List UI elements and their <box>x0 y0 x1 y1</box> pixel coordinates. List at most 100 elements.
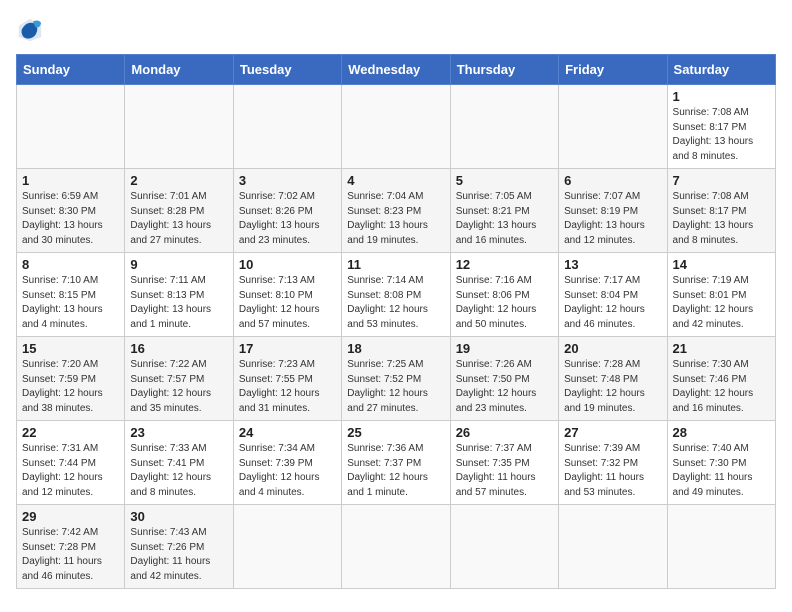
day-info: Sunrise: 7:42 AM Sunset: 7:28 PM Dayligh… <box>22 526 119 584</box>
day-info: Sunrise: 7:13 AM Sunset: 8:10 PM Dayligh… <box>239 274 336 332</box>
day-info: Sunrise: 7:23 AM Sunset: 7:55 PM Dayligh… <box>239 358 336 416</box>
day-info: Sunrise: 7:07 AM Sunset: 8:19 PM Dayligh… <box>564 190 661 248</box>
day-number: 22 <box>22 425 119 440</box>
calendar-week-5: 29 Sunrise: 7:42 AM Sunset: 7:28 PM Dayl… <box>17 505 776 589</box>
day-info: Sunrise: 7:19 AM Sunset: 8:01 PM Dayligh… <box>673 274 770 332</box>
calendar-cell: 11 Sunrise: 7:14 AM Sunset: 8:08 PM Dayl… <box>342 253 450 337</box>
calendar-cell <box>342 85 450 169</box>
calendar-cell: 13 Sunrise: 7:17 AM Sunset: 8:04 PM Dayl… <box>559 253 667 337</box>
calendar-cell: 4 Sunrise: 7:04 AM Sunset: 8:23 PM Dayli… <box>342 169 450 253</box>
day-number: 6 <box>564 173 661 188</box>
day-info: Sunrise: 7:43 AM Sunset: 7:26 PM Dayligh… <box>130 526 227 584</box>
day-number: 12 <box>456 257 553 272</box>
day-info: Sunrise: 7:04 AM Sunset: 8:23 PM Dayligh… <box>347 190 444 248</box>
day-info: Sunrise: 6:59 AM Sunset: 8:30 PM Dayligh… <box>22 190 119 248</box>
calendar-cell <box>125 85 233 169</box>
calendar-week-1: 1 Sunrise: 6:59 AM Sunset: 8:30 PM Dayli… <box>17 169 776 253</box>
day-info: Sunrise: 7:02 AM Sunset: 8:26 PM Dayligh… <box>239 190 336 248</box>
calendar-week-0: 1 Sunrise: 7:08 AM Sunset: 8:17 PM Dayli… <box>17 85 776 169</box>
header <box>16 16 776 44</box>
calendar-header-wednesday: Wednesday <box>342 55 450 85</box>
day-info: Sunrise: 7:10 AM Sunset: 8:15 PM Dayligh… <box>22 274 119 332</box>
logo <box>16 16 48 44</box>
calendar-cell: 1 Sunrise: 7:08 AM Sunset: 8:17 PM Dayli… <box>667 85 775 169</box>
calendar-cell: 28 Sunrise: 7:40 AM Sunset: 7:30 PM Dayl… <box>667 421 775 505</box>
day-number: 5 <box>456 173 553 188</box>
calendar-cell: 25 Sunrise: 7:36 AM Sunset: 7:37 PM Dayl… <box>342 421 450 505</box>
day-info: Sunrise: 7:33 AM Sunset: 7:41 PM Dayligh… <box>130 442 227 500</box>
calendar-header-monday: Monday <box>125 55 233 85</box>
calendar-cell: 20 Sunrise: 7:28 AM Sunset: 7:48 PM Dayl… <box>559 337 667 421</box>
day-number: 24 <box>239 425 336 440</box>
day-number: 1 <box>673 89 770 104</box>
day-number: 10 <box>239 257 336 272</box>
day-info: Sunrise: 7:08 AM Sunset: 8:17 PM Dayligh… <box>673 190 770 248</box>
day-info: Sunrise: 7:30 AM Sunset: 7:46 PM Dayligh… <box>673 358 770 416</box>
day-number: 13 <box>564 257 661 272</box>
calendar-cell: 15 Sunrise: 7:20 AM Sunset: 7:59 PM Dayl… <box>17 337 125 421</box>
calendar-cell: 14 Sunrise: 7:19 AM Sunset: 8:01 PM Dayl… <box>667 253 775 337</box>
calendar-header-tuesday: Tuesday <box>233 55 341 85</box>
calendar-week-3: 15 Sunrise: 7:20 AM Sunset: 7:59 PM Dayl… <box>17 337 776 421</box>
calendar-cell: 22 Sunrise: 7:31 AM Sunset: 7:44 PM Dayl… <box>17 421 125 505</box>
calendar-header-friday: Friday <box>559 55 667 85</box>
day-number: 8 <box>22 257 119 272</box>
day-number: 15 <box>22 341 119 356</box>
day-number: 11 <box>347 257 444 272</box>
day-info: Sunrise: 7:37 AM Sunset: 7:35 PM Dayligh… <box>456 442 553 500</box>
day-info: Sunrise: 7:17 AM Sunset: 8:04 PM Dayligh… <box>564 274 661 332</box>
calendar-week-4: 22 Sunrise: 7:31 AM Sunset: 7:44 PM Dayl… <box>17 421 776 505</box>
calendar-cell <box>233 85 341 169</box>
day-info: Sunrise: 7:22 AM Sunset: 7:57 PM Dayligh… <box>130 358 227 416</box>
day-number: 27 <box>564 425 661 440</box>
day-info: Sunrise: 7:28 AM Sunset: 7:48 PM Dayligh… <box>564 358 661 416</box>
calendar-cell <box>559 505 667 589</box>
calendar-cell <box>667 505 775 589</box>
calendar-cell <box>450 85 558 169</box>
calendar-cell: 26 Sunrise: 7:37 AM Sunset: 7:35 PM Dayl… <box>450 421 558 505</box>
day-number: 21 <box>673 341 770 356</box>
calendar-cell <box>233 505 341 589</box>
day-info: Sunrise: 7:20 AM Sunset: 7:59 PM Dayligh… <box>22 358 119 416</box>
day-info: Sunrise: 7:01 AM Sunset: 8:28 PM Dayligh… <box>130 190 227 248</box>
calendar-cell <box>342 505 450 589</box>
calendar-cell: 29 Sunrise: 7:42 AM Sunset: 7:28 PM Dayl… <box>17 505 125 589</box>
day-info: Sunrise: 7:34 AM Sunset: 7:39 PM Dayligh… <box>239 442 336 500</box>
day-number: 30 <box>130 509 227 524</box>
day-number: 1 <box>22 173 119 188</box>
calendar-cell: 27 Sunrise: 7:39 AM Sunset: 7:32 PM Dayl… <box>559 421 667 505</box>
calendar-cell: 2 Sunrise: 7:01 AM Sunset: 8:28 PM Dayli… <box>125 169 233 253</box>
day-info: Sunrise: 7:16 AM Sunset: 8:06 PM Dayligh… <box>456 274 553 332</box>
calendar-cell: 24 Sunrise: 7:34 AM Sunset: 7:39 PM Dayl… <box>233 421 341 505</box>
day-info: Sunrise: 7:25 AM Sunset: 7:52 PM Dayligh… <box>347 358 444 416</box>
day-info: Sunrise: 7:26 AM Sunset: 7:50 PM Dayligh… <box>456 358 553 416</box>
day-number: 28 <box>673 425 770 440</box>
day-number: 26 <box>456 425 553 440</box>
day-number: 16 <box>130 341 227 356</box>
calendar-cell: 21 Sunrise: 7:30 AM Sunset: 7:46 PM Dayl… <box>667 337 775 421</box>
calendar-cell <box>450 505 558 589</box>
day-number: 19 <box>456 341 553 356</box>
calendar-cell: 12 Sunrise: 7:16 AM Sunset: 8:06 PM Dayl… <box>450 253 558 337</box>
calendar-week-2: 8 Sunrise: 7:10 AM Sunset: 8:15 PM Dayli… <box>17 253 776 337</box>
calendar-header-sunday: Sunday <box>17 55 125 85</box>
day-number: 29 <box>22 509 119 524</box>
day-info: Sunrise: 7:14 AM Sunset: 8:08 PM Dayligh… <box>347 274 444 332</box>
calendar-cell: 23 Sunrise: 7:33 AM Sunset: 7:41 PM Dayl… <box>125 421 233 505</box>
day-number: 4 <box>347 173 444 188</box>
calendar-cell: 7 Sunrise: 7:08 AM Sunset: 8:17 PM Dayli… <box>667 169 775 253</box>
calendar-cell: 16 Sunrise: 7:22 AM Sunset: 7:57 PM Dayl… <box>125 337 233 421</box>
calendar-cell: 9 Sunrise: 7:11 AM Sunset: 8:13 PM Dayli… <box>125 253 233 337</box>
day-info: Sunrise: 7:05 AM Sunset: 8:21 PM Dayligh… <box>456 190 553 248</box>
day-number: 7 <box>673 173 770 188</box>
logo-icon <box>16 16 44 44</box>
calendar-cell <box>17 85 125 169</box>
day-info: Sunrise: 7:36 AM Sunset: 7:37 PM Dayligh… <box>347 442 444 500</box>
day-info: Sunrise: 7:31 AM Sunset: 7:44 PM Dayligh… <box>22 442 119 500</box>
calendar-cell <box>559 85 667 169</box>
calendar-header-row: SundayMondayTuesdayWednesdayThursdayFrid… <box>17 55 776 85</box>
day-info: Sunrise: 7:40 AM Sunset: 7:30 PM Dayligh… <box>673 442 770 500</box>
day-number: 2 <box>130 173 227 188</box>
day-number: 3 <box>239 173 336 188</box>
calendar-cell: 19 Sunrise: 7:26 AM Sunset: 7:50 PM Dayl… <box>450 337 558 421</box>
